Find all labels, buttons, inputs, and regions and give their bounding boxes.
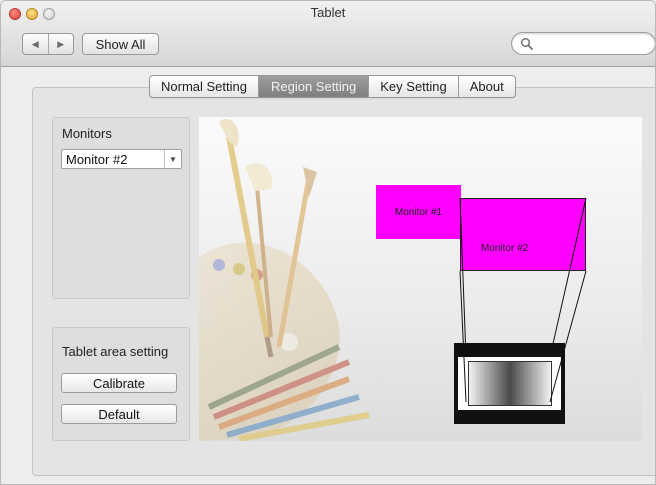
monitor-select[interactable]: Monitor #2 ▼	[61, 149, 182, 169]
show-all-button[interactable]: Show All	[82, 33, 159, 55]
calibrate-button[interactable]: Calibrate	[61, 373, 177, 393]
default-button[interactable]: Default	[61, 404, 177, 424]
tablet-area-label: Tablet area setting	[62, 344, 169, 359]
tablet-area-group: Tablet area setting Calibrate Default	[52, 327, 190, 441]
monitor-1-region[interactable]: Monitor #1	[376, 185, 461, 239]
search-field[interactable]	[511, 32, 655, 55]
window-title: Tablet	[310, 5, 346, 20]
back-button[interactable]: ◀	[23, 34, 48, 54]
palette-brushes-illustration	[199, 118, 370, 441]
tab-bar: Normal Setting Region Setting Key Settin…	[149, 75, 516, 98]
tab-normal-setting[interactable]: Normal Setting	[150, 76, 259, 97]
title-bar: Tablet ◀ ▶ Show All	[1, 1, 655, 67]
forward-button[interactable]: ▶	[47, 34, 74, 54]
tablet-device	[454, 343, 565, 424]
tab-about[interactable]: About	[459, 76, 515, 97]
search-input[interactable]	[536, 35, 646, 52]
tablet-surface	[458, 357, 561, 410]
tablet-window: Tablet ◀ ▶ Show All Normal Setting Regio…	[0, 0, 656, 485]
monitors-group: Monitors Monitor #2 ▼	[52, 117, 190, 299]
monitor-select-value: Monitor #2	[66, 152, 128, 167]
back-forward-group: ◀ ▶	[22, 33, 74, 55]
tab-region-setting[interactable]: Region Setting	[258, 76, 370, 97]
monitor-2-label: Monitor #2	[481, 243, 529, 254]
tablet-active-area[interactable]	[468, 361, 552, 406]
tab-key-setting[interactable]: Key Setting	[369, 76, 459, 97]
monitors-label: Monitors	[62, 126, 112, 141]
monitor-1-label: Monitor #1	[394, 206, 443, 218]
search-icon	[521, 38, 533, 50]
monitor-2-region[interactable]: Monitor #2	[460, 198, 586, 271]
chevron-down-icon[interactable]: ▼	[164, 150, 181, 168]
region-preview-canvas	[199, 117, 642, 441]
